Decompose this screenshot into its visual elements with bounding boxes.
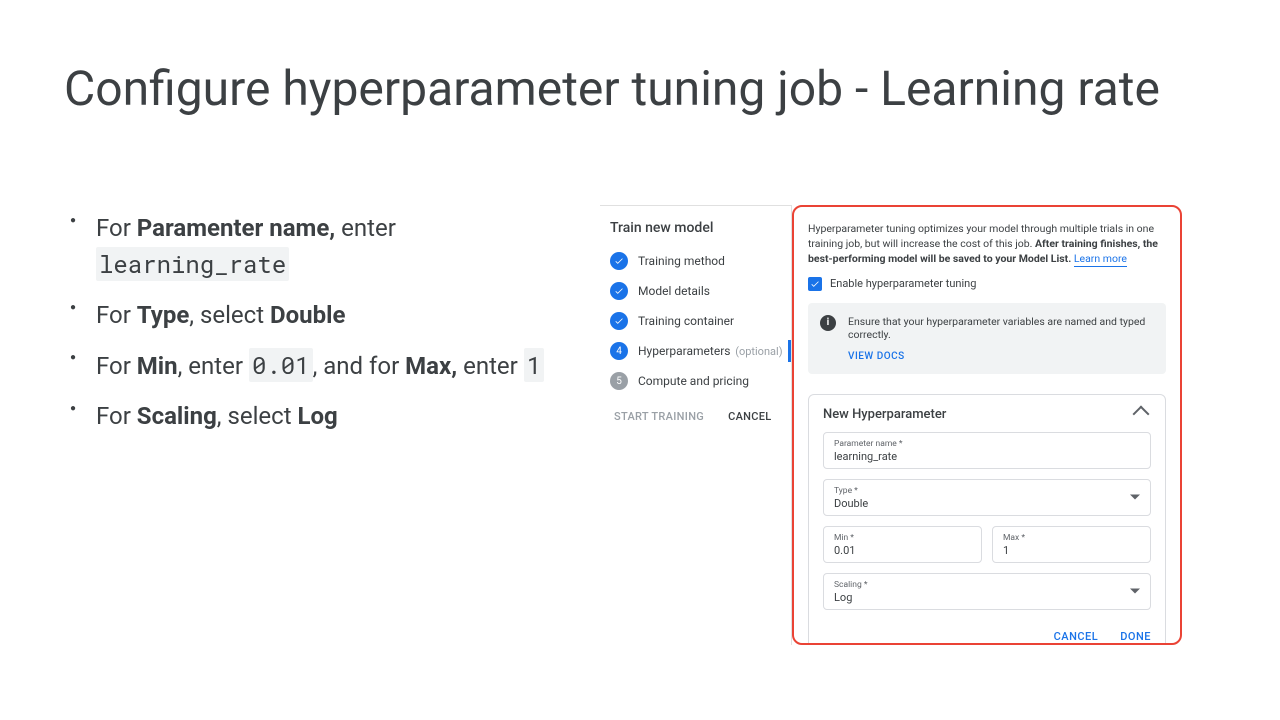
step-number-icon: 4: [610, 342, 628, 360]
text: , and for: [313, 352, 406, 380]
bold: Max,: [405, 352, 457, 380]
text: For: [96, 214, 137, 242]
field-label: Type *: [834, 486, 1140, 496]
text: For: [96, 301, 137, 329]
bold: Scaling: [137, 402, 217, 430]
code: 0.01: [249, 348, 313, 382]
info-icon: i: [820, 315, 836, 331]
view-docs-link[interactable]: VIEW DOCS: [848, 351, 1154, 362]
step-label: Training method: [638, 254, 725, 268]
dropdown-icon: [1130, 495, 1140, 500]
info-banner: i Ensure that your hyperparameter variab…: [808, 303, 1166, 374]
dropdown-icon: [1130, 589, 1140, 594]
text: , enter: [178, 352, 249, 380]
text: enter: [335, 214, 396, 242]
max-field[interactable]: Max * 1: [992, 526, 1151, 563]
instruction-list: For Paramenter name, enter learning_rate…: [64, 210, 584, 448]
step-label: Model details: [638, 284, 710, 298]
field-value: Double: [834, 497, 1140, 510]
start-training-button[interactable]: START TRAINING: [614, 410, 704, 423]
bold: Type: [137, 301, 190, 329]
text: , select: [217, 402, 298, 430]
min-field[interactable]: Min * 0.01: [823, 526, 982, 563]
field-value: 1: [1003, 544, 1140, 557]
bullet-4: For Scaling, select Log: [64, 398, 584, 434]
screenshot-panel: Train new model Training method Model de…: [600, 205, 1182, 645]
bullet-2: For Type, select Double: [64, 297, 584, 333]
hyperparameter-card: New Hyperparameter Parameter name * lear…: [808, 394, 1166, 645]
banner-message: Ensure that your hyperparameter variable…: [848, 315, 1154, 341]
step-optional-label: (optional): [732, 345, 782, 358]
field-label: Min *: [834, 533, 971, 543]
step-training-method[interactable]: Training method: [608, 246, 783, 276]
text: , select: [189, 301, 270, 329]
parameter-name-field[interactable]: Parameter name * learning_rate: [823, 432, 1151, 469]
card-cancel-button[interactable]: CANCEL: [1054, 630, 1099, 643]
check-icon: [610, 252, 628, 270]
code: learning_rate: [96, 247, 289, 281]
scaling-field[interactable]: Scaling * Log: [823, 573, 1151, 610]
check-icon: [610, 312, 628, 330]
step-compute-pricing[interactable]: 5 Compute and pricing: [608, 366, 783, 396]
step-label: Compute and pricing: [638, 374, 749, 388]
bullet-1: For Paramenter name, enter learning_rate: [64, 210, 584, 283]
learn-more-link[interactable]: Learn more: [1074, 252, 1127, 267]
text: enter: [457, 352, 524, 380]
bold: Paramenter name,: [137, 214, 335, 242]
card-title: New Hyperparameter: [823, 407, 946, 422]
bold: Min: [137, 352, 178, 380]
card-header[interactable]: New Hyperparameter: [823, 407, 1151, 422]
step-label: Hyperparameters: [638, 344, 730, 358]
check-icon: [610, 282, 628, 300]
wizard-sidebar: Train new model Training method Model de…: [600, 205, 792, 645]
intro-text: Hyperparameter tuning optimizes your mod…: [808, 221, 1166, 267]
bullet-3: For Min, enter 0.01, and for Max, enter …: [64, 347, 584, 384]
chevron-up-icon: [1133, 406, 1150, 423]
card-actions: CANCEL DONE: [823, 630, 1151, 643]
text: For: [96, 352, 137, 380]
sidebar-actions: START TRAINING CANCEL: [614, 410, 783, 423]
field-label: Parameter name *: [834, 439, 1140, 449]
field-value: Log: [834, 591, 1140, 604]
bold: Log: [298, 402, 338, 430]
cancel-button[interactable]: CANCEL: [728, 410, 771, 423]
field-value: 0.01: [834, 544, 971, 557]
sidebar-title: Train new model: [610, 220, 783, 236]
text: For: [96, 402, 137, 430]
field-value: learning_rate: [834, 450, 1140, 463]
enable-row: Enable hyperparameter tuning: [808, 277, 1166, 291]
step-training-container[interactable]: Training container: [608, 306, 783, 336]
field-label: Max *: [1003, 533, 1140, 543]
slide-title: Configure hyperparameter tuning job - Le…: [64, 60, 1160, 117]
step-model-details[interactable]: Model details: [608, 276, 783, 306]
hyperparameter-panel: Hyperparameter tuning optimizes your mod…: [792, 205, 1182, 645]
enable-label: Enable hyperparameter tuning: [830, 277, 976, 290]
type-field[interactable]: Type * Double: [823, 479, 1151, 516]
field-label: Scaling *: [834, 580, 1140, 590]
enable-checkbox[interactable]: [808, 277, 822, 291]
step-number-icon: 5: [610, 372, 628, 390]
step-label: Training container: [638, 314, 734, 328]
card-done-button[interactable]: DONE: [1120, 630, 1151, 643]
code: 1: [524, 348, 544, 382]
step-hyperparameters[interactable]: 4 Hyperparameters (optional): [608, 336, 783, 366]
bold: Double: [270, 301, 345, 329]
